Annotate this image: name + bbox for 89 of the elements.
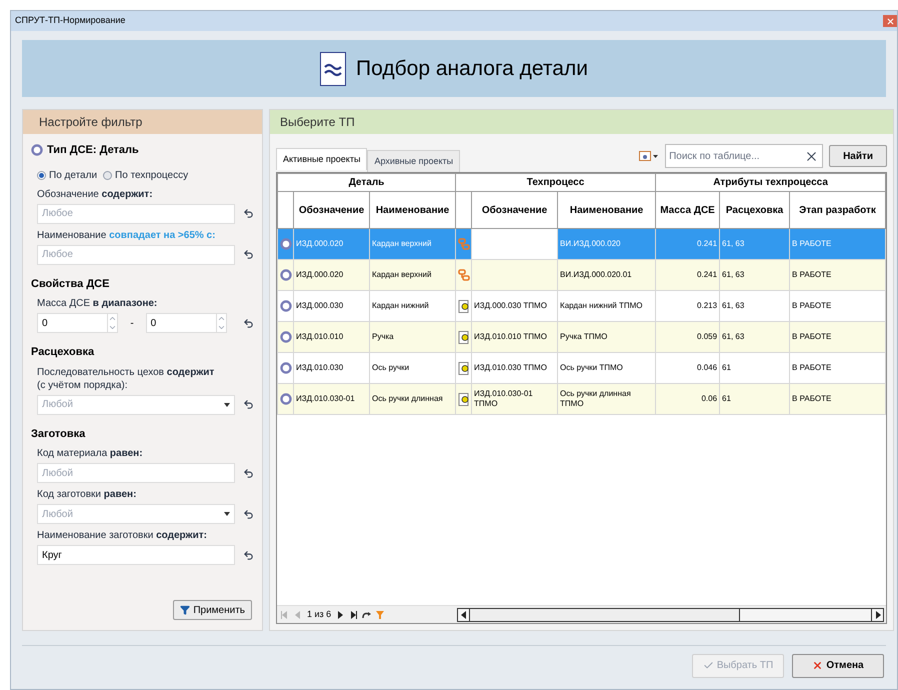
down-icon[interactable] — [217, 323, 226, 332]
reset-icon[interactable] — [243, 468, 254, 478]
reset-icon[interactable] — [243, 208, 254, 219]
view-menu-icon[interactable] — [639, 151, 660, 161]
close-icon — [886, 16, 894, 26]
check-icon — [702, 660, 714, 671]
section-heading: Заготовка — [31, 426, 86, 442]
table-cell: ИЗД.010.030-01 — [294, 384, 370, 414]
document-icon — [458, 362, 470, 374]
down-icon[interactable] — [108, 323, 118, 332]
number-field[interactable]: 0 — [37, 313, 118, 333]
reset-icon[interactable] — [243, 249, 254, 260]
project-tab[interactable]: Архивные проекты — [367, 150, 460, 172]
input-field[interactable]: Круг — [37, 545, 235, 565]
next-page-icon[interactable] — [336, 610, 344, 618]
column-header[interactable]: Обозначение — [472, 192, 558, 228]
link-icon — [458, 269, 470, 281]
panel-title: Настройте фильтр — [23, 110, 262, 134]
table-cell: В РАБОТЕ — [790, 384, 886, 414]
field-label: Последовательность цехов содержит (с учётом порядка): — [37, 366, 216, 392]
field-label: Наименование совпадает на >65% с: — [37, 228, 216, 242]
column-group-header: Техпроцесс — [456, 174, 656, 192]
table-row[interactable]: ИЗД.010.010 Ручка ИЗД.010.010 ТПМО Ручка ТПМО 0.059 61, 63 В РАБОТЕ — [278, 322, 886, 352]
radio-icon — [31, 144, 43, 156]
row-radio-icon[interactable] — [280, 300, 292, 312]
column-header[interactable]: Расцеховка — [720, 192, 790, 228]
table-row[interactable]: ИЗД.010.030 Ось ручки ИЗД.010.030 ТПМО Ось ручки ТПМО 0.046 61 В РАБОТЕ — [278, 352, 886, 384]
search-field[interactable]: Поиск по таблице... — [665, 144, 824, 168]
mode-radio[interactable]: По техпроцессу — [103, 168, 188, 182]
column-group-header: Атрибуты техпроцесса — [656, 174, 886, 192]
column-header[interactable]: Наименование — [558, 192, 656, 228]
section-heading: Свойства ДСЕ — [31, 276, 110, 292]
caret-icon — [224, 512, 230, 516]
window-title: СПРУТ-ТП-Нормирование — [15, 14, 126, 28]
column-header[interactable]: Обозначение — [294, 192, 370, 228]
dialog-title: Подбор аналога детали — [356, 56, 588, 82]
document-icon — [458, 300, 470, 312]
horizontal-scrollbar[interactable] — [457, 608, 884, 622]
table-cell: ИЗД.010.030-01 ТПМО — [472, 384, 558, 414]
row-radio-icon[interactable] — [280, 393, 292, 405]
panel-title: Выберите ТП — [270, 110, 894, 134]
field-label: Код материала равен: — [37, 447, 144, 460]
document-icon — [458, 330, 470, 344]
up-icon[interactable] — [108, 314, 118, 323]
table-row[interactable]: ИЗД.010.030-01 Ось ручки длинная ИЗД.010.030-01 ТПМО Ось ручки длинная ТПМО 0.06 61 В РАБОТЕ — [278, 384, 886, 414]
reset-icon[interactable] — [243, 550, 254, 560]
find-button[interactable]: Найти — [829, 145, 888, 167]
table-cell: 0.06 — [656, 384, 720, 414]
project-tab[interactable]: Активные проекты — [276, 148, 368, 170]
row-radio-icon[interactable] — [280, 331, 292, 343]
last-page-icon[interactable] — [349, 610, 358, 618]
table-cell: 61 — [720, 384, 790, 414]
range-dash: - — [129, 316, 135, 330]
close-button[interactable] — [883, 15, 897, 27]
table-row[interactable]: ИЗД.000.030 Кардан нижний ИЗД.000.030 ТПМО Кардан нижний ТПМО 0.213 61, 63 В РАБОТЕ — [278, 290, 886, 322]
page-indicator: 1 из 6 — [307, 608, 332, 621]
field-label: Наименование заготовки содержит: — [37, 529, 208, 542]
table-cell: Ось ручки длинная — [370, 384, 456, 414]
column-header[interactable]: Наименование — [370, 192, 456, 228]
row-radio-icon[interactable] — [280, 269, 292, 281]
close-icon — [812, 660, 824, 671]
section-heading: Расцеховка — [31, 345, 96, 360]
scroll-left-icon[interactable] — [460, 610, 468, 618]
filter-icon — [180, 605, 190, 615]
table-row[interactable]: ИЗД.000.020 Кардан верхний ВИ.ИЗД.000.020.01 0.241 61, 63 В РАБОТЕ — [278, 260, 886, 290]
scroll-right-icon[interactable] — [874, 610, 882, 618]
column-header[interactable]: Этап разработк — [790, 192, 886, 228]
field-label: Масса ДСЕ в диапазоне: — [37, 297, 158, 310]
row-radio-icon[interactable] — [280, 362, 292, 374]
apply-button[interactable]: Применить — [173, 600, 252, 620]
column-header[interactable]: Масса ДСЕ — [656, 192, 720, 228]
refresh-icon[interactable] — [362, 610, 372, 618]
field-label: Код заготовки равен: — [37, 488, 138, 501]
column-group-header: Деталь — [278, 174, 456, 192]
up-icon[interactable] — [217, 314, 226, 323]
approx-icon — [320, 52, 346, 86]
number-field[interactable]: 0 — [146, 313, 227, 333]
cancel-button[interactable]: Отмена — [792, 654, 884, 678]
mode-radio[interactable]: По детали — [37, 168, 98, 182]
dse-type-label: Тип ДСЕ: Деталь — [47, 143, 139, 158]
reset-icon[interactable] — [243, 508, 254, 520]
reset-icon[interactable] — [243, 318, 254, 328]
field-label: Обозначение содержит: — [37, 188, 154, 200]
reset-icon[interactable] — [243, 399, 254, 410]
document-icon — [458, 392, 470, 406]
table-cell: Ось ручки длинная ТПМО — [558, 384, 656, 414]
row-radio-icon[interactable] — [280, 238, 292, 250]
link-icon — [458, 238, 470, 250]
caret-icon — [224, 402, 230, 406]
